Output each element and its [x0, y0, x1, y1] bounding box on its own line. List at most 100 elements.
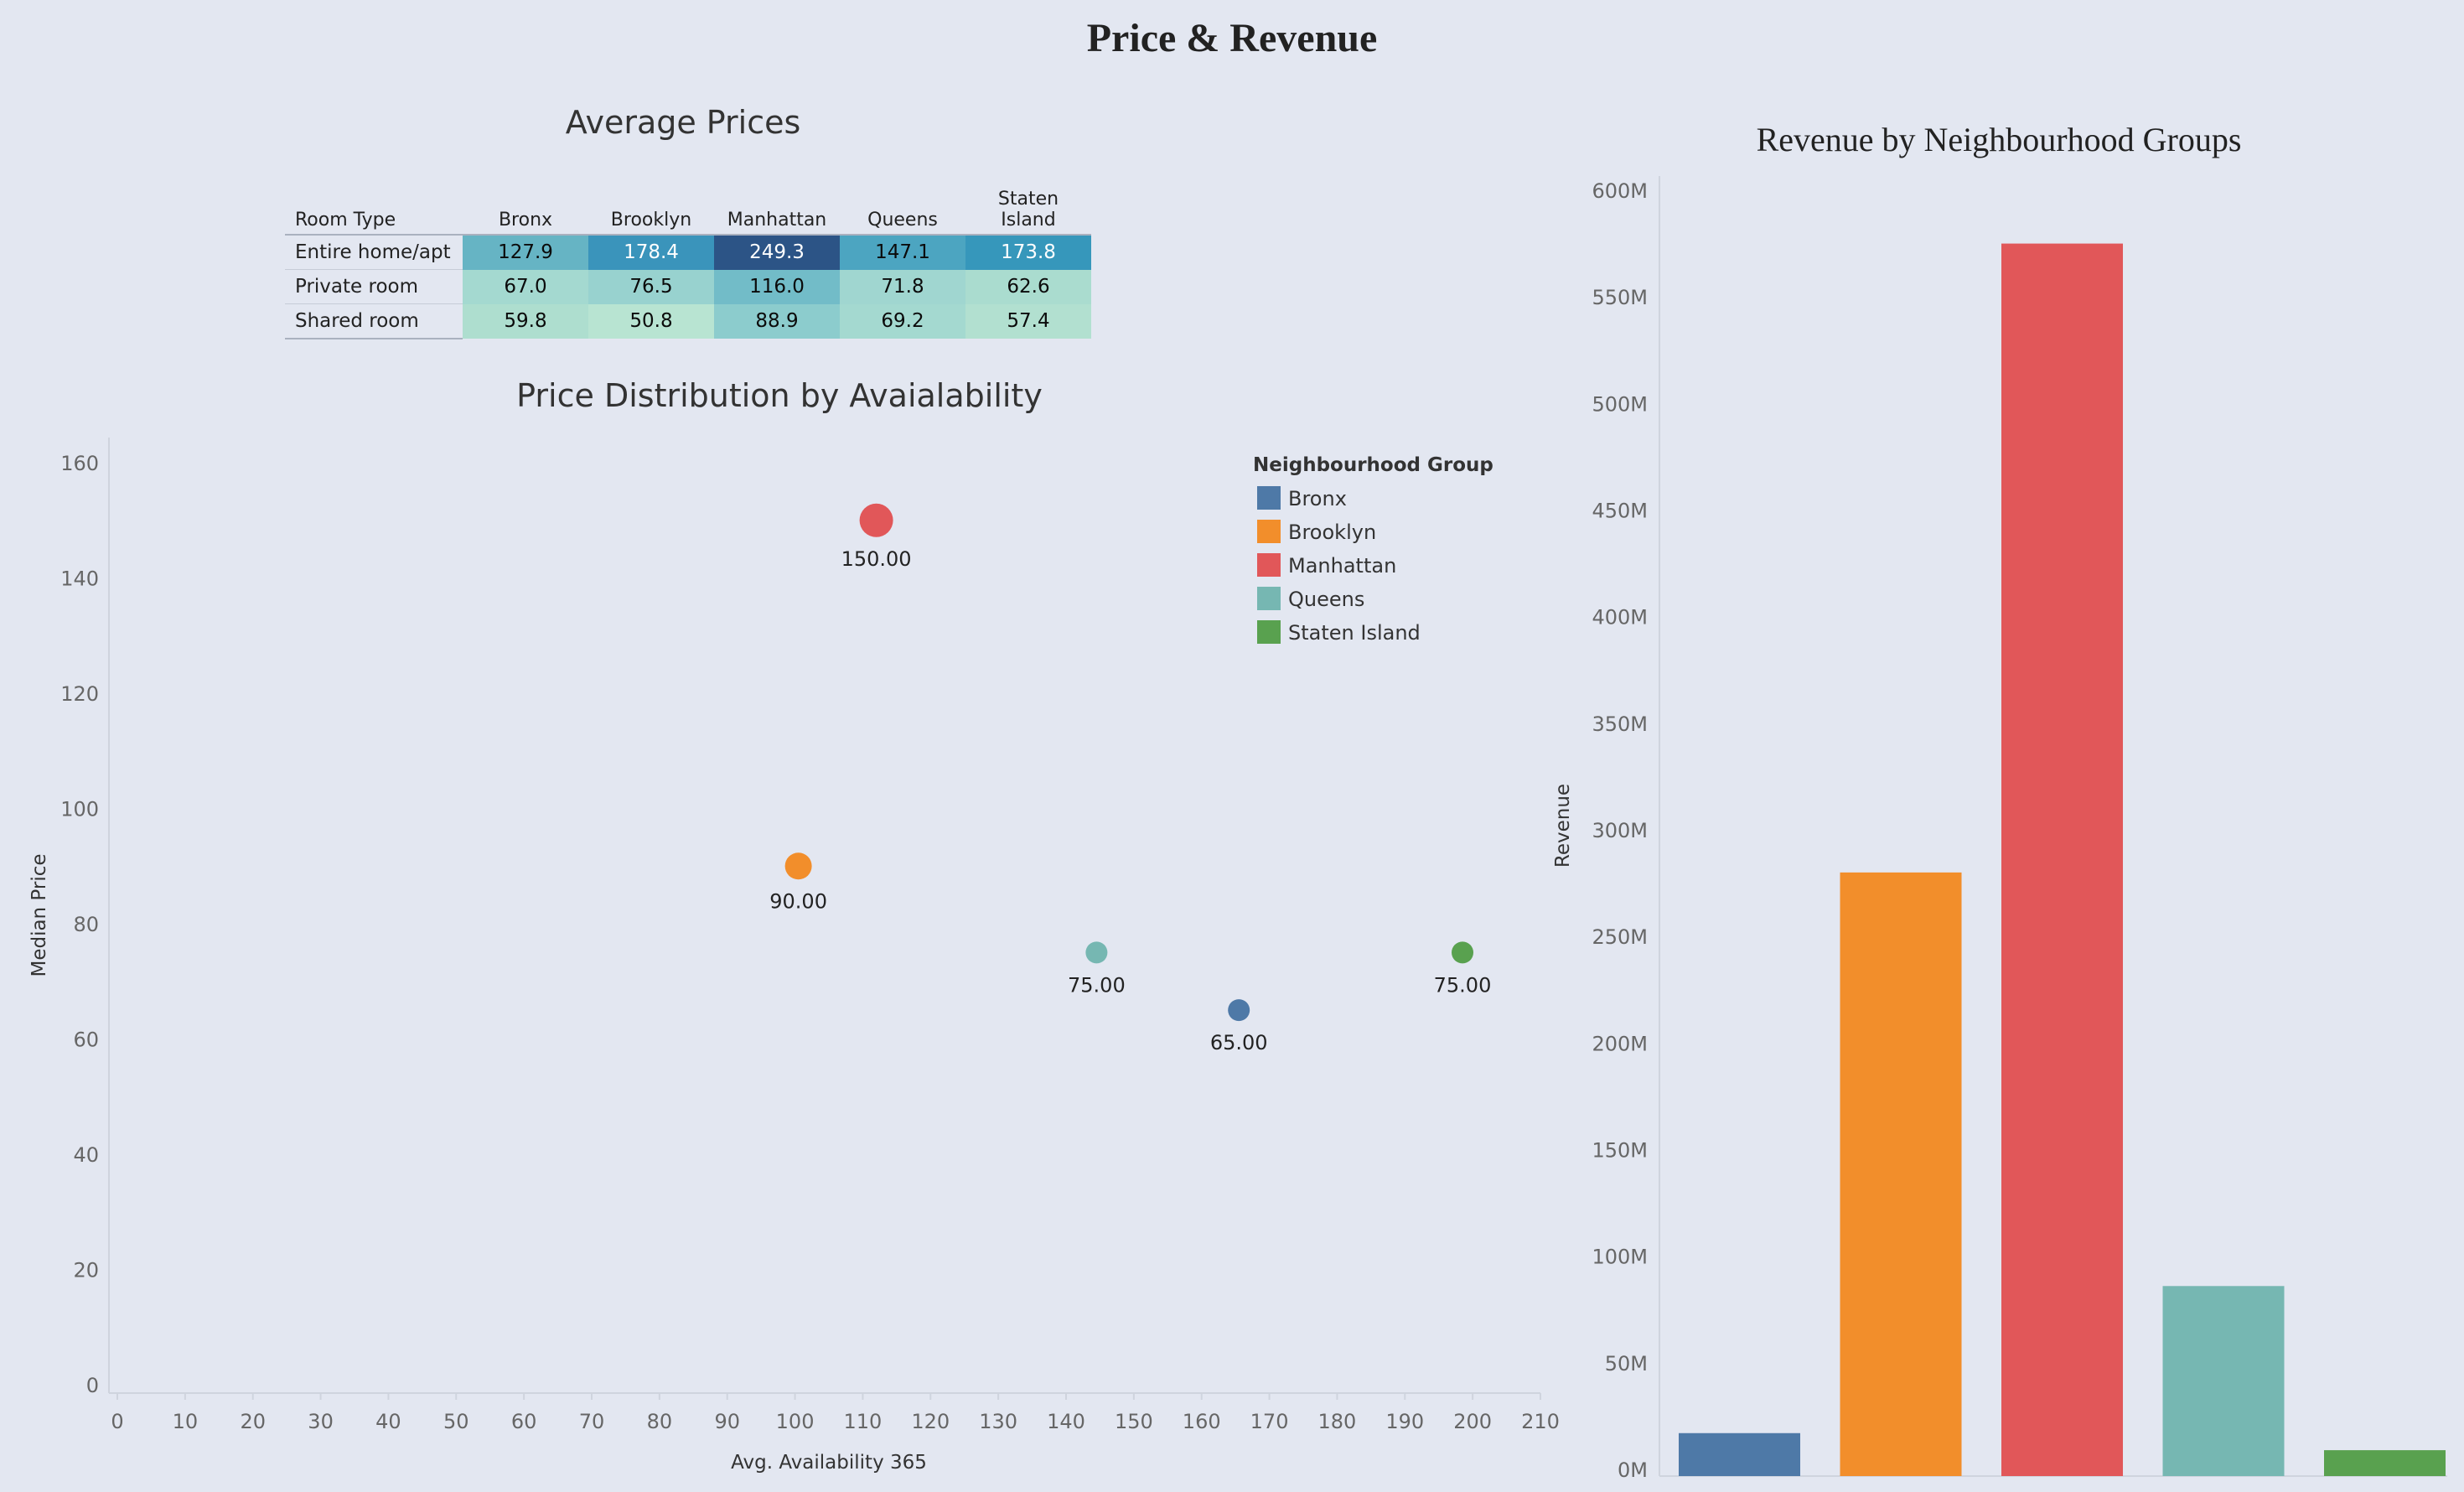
scatter-point: [1085, 941, 1108, 964]
y-tick-label: 250M: [1592, 925, 1648, 949]
column-header-manhattan: Manhattan: [714, 170, 840, 236]
table-row: Private room 67.0 76.5 116.0 71.8 62.6: [285, 269, 1091, 304]
y-tick-label: 50M: [1605, 1352, 1648, 1375]
price-cell: 127.9: [463, 235, 588, 270]
legend-label: Bronx: [1288, 487, 1347, 510]
x-tick-label: 190: [1385, 1410, 1424, 1433]
revenue-bar-chart: 0M 50M 100M 150M 200M 250M 300M 350M 400M 450M 500…: [1552, 176, 2447, 1482]
x-tick-label: 60: [511, 1410, 537, 1433]
price-cell: 69.2: [840, 303, 965, 339]
room-type-header: Room Type: [285, 170, 463, 236]
price-cell: 116.0: [714, 269, 840, 304]
x-tick-label: 10: [173, 1410, 199, 1433]
x-tick-label: 180: [1318, 1410, 1357, 1433]
table-header-row: Room Type Bronx Brooklyn Manhattan Queen…: [285, 170, 1091, 236]
legend-swatch: [1257, 587, 1281, 610]
column-header-bronx: Bronx: [463, 170, 588, 236]
y-tick-label: 60: [73, 1028, 99, 1052]
y-axis-title: Median Price: [28, 853, 50, 977]
x-tick-label: 50: [443, 1410, 469, 1433]
y-tick-label: 0M: [1618, 1458, 1648, 1482]
y-tick-label: 150M: [1592, 1139, 1648, 1163]
y-tick-label: 300M: [1592, 819, 1648, 842]
scatter-point: [1228, 999, 1250, 1022]
y-tick-label: 550M: [1592, 286, 1648, 309]
y-tick-label: 40: [73, 1143, 99, 1167]
y-axis-title: Revenue: [1552, 784, 1574, 868]
x-tick-label: 0: [111, 1410, 123, 1433]
y-tick-label: 20: [73, 1259, 99, 1282]
y-tick-label: 120: [60, 682, 99, 706]
price-cell: 50.8: [588, 303, 714, 339]
revenue-bar: [2162, 1286, 2285, 1476]
legend-swatch: [1257, 486, 1281, 510]
legend-swatch: [1257, 620, 1281, 644]
legend-title: Neighbourhood Group: [1253, 454, 1493, 476]
room-type-label: Private room: [285, 269, 463, 304]
y-tick-label: 600M: [1592, 179, 1648, 203]
price-availability-scatter-chart: 0 20 40 60 80 100 120 140 160 0 10 20 30 40 50 60 70 80 90…: [28, 438, 1560, 1474]
revenue-bar: [1840, 872, 1962, 1476]
average-prices-title: Average Prices: [565, 104, 801, 141]
y-tick-label: 100: [60, 798, 99, 821]
room-type-label: Shared room: [285, 303, 463, 339]
table-row: Entire home/apt 127.9 178.4 249.3 147.1 173.8: [285, 235, 1091, 270]
x-tick-label: 130: [979, 1410, 1017, 1433]
x-tick-label: 140: [1047, 1410, 1085, 1433]
legend-label: Staten Island: [1288, 621, 1421, 645]
y-tick-label: 0: [86, 1374, 99, 1397]
x-tick-label: 160: [1183, 1410, 1221, 1433]
price-cell: 88.9: [714, 303, 840, 339]
price-cell: 76.5: [588, 269, 714, 304]
y-tick-label: 350M: [1592, 712, 1648, 736]
y-tick-label: 100M: [1592, 1246, 1648, 1269]
point-label: 90.00: [769, 889, 827, 913]
price-cell: 178.4: [588, 235, 714, 270]
revenue-bar: [2001, 243, 2123, 1476]
price-cell: 249.3: [714, 235, 840, 270]
price-cell: 173.8: [965, 235, 1091, 270]
price-cell: 71.8: [840, 269, 965, 304]
x-tick-label: 170: [1250, 1410, 1289, 1433]
x-tick-label: 80: [647, 1410, 673, 1433]
price-cell: 57.4: [965, 303, 1091, 339]
table-row: Shared room 59.8 50.8 88.9 69.2 57.4: [285, 303, 1091, 339]
price-cell: 59.8: [463, 303, 588, 339]
y-tick-label: 140: [60, 567, 99, 591]
x-tick-label: 20: [240, 1410, 266, 1433]
point-label: 75.00: [1434, 973, 1492, 997]
x-tick-label: 100: [776, 1410, 815, 1433]
room-type-label: Entire home/apt: [285, 235, 463, 270]
legend-swatch: [1257, 520, 1281, 543]
column-header-queens: Queens: [840, 170, 965, 236]
scatter-point: [859, 503, 893, 537]
average-prices-table: Room Type Bronx Brooklyn Manhattan Queen…: [285, 170, 1091, 339]
x-tick-label: 120: [911, 1410, 950, 1433]
point-label: 75.00: [1068, 973, 1126, 997]
x-tick-label: 90: [714, 1410, 740, 1433]
x-tick-label: 150: [1115, 1410, 1153, 1433]
price-cell: 147.1: [840, 235, 965, 270]
point-label: 150.00: [841, 547, 912, 571]
y-tick-label: 80: [73, 913, 99, 936]
point-label: 65.00: [1210, 1031, 1268, 1054]
x-tick-label: 200: [1453, 1410, 1492, 1433]
legend-label: Queens: [1288, 588, 1364, 611]
legend-label: Brooklyn: [1288, 521, 1376, 544]
dashboard-title: Price & Revenue: [1086, 16, 1378, 60]
scatter-point: [784, 852, 812, 880]
revenue-bar: [1679, 1432, 1800, 1476]
x-tick-label: 110: [844, 1410, 883, 1433]
legend-label: Manhattan: [1288, 554, 1396, 578]
y-tick-label: 500M: [1592, 392, 1648, 416]
column-header-brooklyn: Brooklyn: [588, 170, 714, 236]
price-cell: 67.0: [463, 269, 588, 304]
revenue-bar: [2324, 1450, 2446, 1476]
y-tick-label: 400M: [1592, 606, 1648, 629]
x-tick-label: 30: [308, 1410, 334, 1433]
x-axis-title: Avg. Availability 365: [731, 1452, 927, 1474]
scatter-point: [1452, 941, 1474, 964]
legend-swatch: [1257, 553, 1281, 577]
price-cell: 62.6: [965, 269, 1091, 304]
x-tick-label: 70: [579, 1410, 605, 1433]
